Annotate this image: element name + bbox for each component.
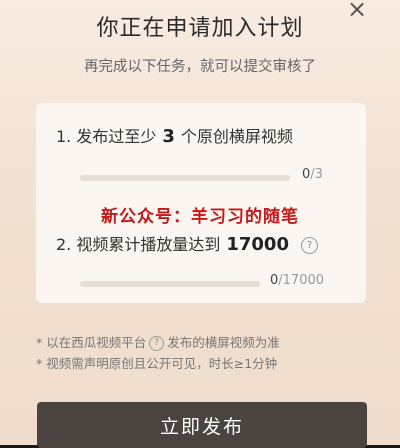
watermark-text: 新公众号：羊习习的随笔: [101, 207, 299, 227]
task-1-suffix: 个原创横屏视频: [180, 127, 293, 146]
apply-plan-dialog: × 你正在申请加入计划 再完成以下任务，就可以提交审核了 1. 发布过至少 3 个原…: [0, 0, 400, 448]
task-1-progress-total: /3: [310, 167, 323, 182]
publish-now-button[interactable]: 立即发布: [37, 402, 367, 448]
task-2-prefix: 2. 视频累计播放量达到: [56, 235, 221, 254]
task-1-number: 3: [162, 126, 175, 147]
task-1-prefix: 1. 发布过至少: [56, 127, 157, 146]
task-1-progress-bar: [80, 175, 290, 181]
task-item-2: 2. 视频累计播放量达到 17000?: [56, 231, 346, 255]
help-icon[interactable]: ?: [300, 237, 318, 254]
notes: * 以在西瓜视频平台? 发布的横屏视频为准 * 视频需声明原创且公开可见，时长≥1…: [36, 332, 280, 374]
dialog-title: 你正在申请加入计划: [96, 16, 304, 41]
task-2-progress-bar: [80, 281, 260, 287]
note-1-part-b: 发布的横屏视频为准: [167, 335, 280, 350]
task-2-progress-text: 0/17000: [270, 273, 324, 288]
dialog-subtitle: 再完成以下任务，就可以提交审核了: [84, 59, 316, 75]
note-line-2: * 视频需声明原创且公开可见，时长≥1分钟: [36, 356, 278, 371]
note-1-part-a: * 以在西瓜视频平台: [36, 335, 147, 350]
task-item-1: 1. 发布过至少 3 个原创横屏视频: [56, 123, 346, 147]
task-2-number: 17000: [226, 234, 289, 255]
help-icon[interactable]: ?: [149, 336, 165, 351]
task-2-progress-total: /17000: [278, 273, 325, 288]
task-1-progress-text: 0/3: [302, 167, 323, 182]
note-line-1: * 以在西瓜视频平台? 发布的横屏视频为准: [36, 332, 280, 353]
